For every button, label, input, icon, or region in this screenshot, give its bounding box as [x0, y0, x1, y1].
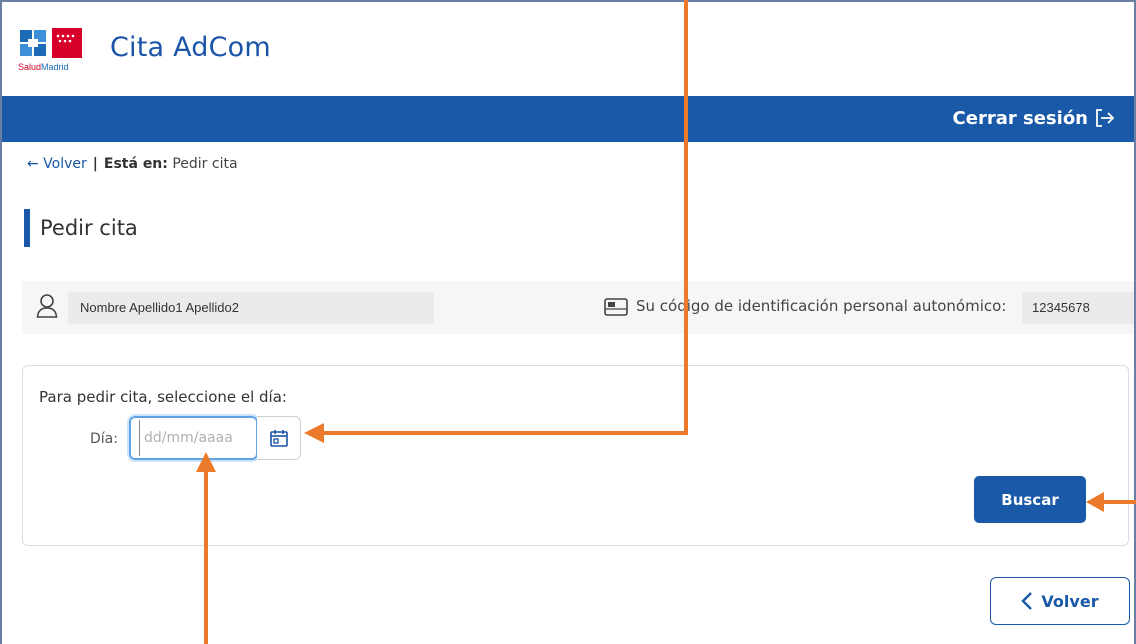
page-title-block: Pedir cita [24, 208, 138, 248]
date-input[interactable] [139, 420, 249, 456]
id-card-icon [604, 298, 628, 316]
breadcrumb-separator: | [92, 156, 98, 172]
user-info-bar: Nombre Apellido1 Apellido2 Su código de … [22, 281, 1134, 334]
appointment-form-panel: Para pedir cita, seleccione el día: Día:… [22, 365, 1129, 546]
app-title: Cita AdCom [110, 32, 271, 63]
personal-code-value: 12345678 [1022, 292, 1134, 324]
header: SaludMadrid Cita AdCom [2, 2, 1134, 96]
form-instruction: Para pedir cita, seleccione el día: [39, 388, 287, 406]
day-label: Día: [90, 431, 118, 447]
page-title: Pedir cita [40, 216, 138, 240]
title-accent-bar [24, 209, 30, 247]
back-button[interactable]: Volver [990, 577, 1130, 625]
breadcrumb: ← Volver | Está en: Pedir cita [27, 156, 238, 172]
logout-icon [1096, 109, 1115, 127]
chevron-left-icon [1021, 592, 1033, 610]
breadcrumb-current: Pedir cita [172, 156, 238, 172]
logo-mark-icon [20, 28, 82, 58]
search-button[interactable]: Buscar [974, 476, 1086, 523]
user-name-field: Nombre Apellido1 Apellido2 [68, 292, 434, 324]
salud-madrid-logo: SaludMadrid [18, 26, 94, 78]
back-button-label: Volver [1041, 591, 1099, 611]
breadcrumb-back-link[interactable]: ← Volver [27, 156, 87, 172]
calendar-icon [269, 430, 288, 447]
logout-button[interactable]: Cerrar sesión [953, 107, 1116, 129]
user-icon [36, 294, 58, 318]
logo-text: SaludMadrid [18, 62, 69, 72]
logout-label: Cerrar sesión [952, 107, 1088, 129]
top-bar: Cerrar sesión [2, 96, 1134, 142]
date-input-wrapper [127, 414, 260, 462]
personal-code-label: Su código de identificación personal aut… [636, 297, 1007, 315]
calendar-button[interactable] [257, 416, 301, 460]
breadcrumb-here-label: Está en: [103, 156, 168, 172]
